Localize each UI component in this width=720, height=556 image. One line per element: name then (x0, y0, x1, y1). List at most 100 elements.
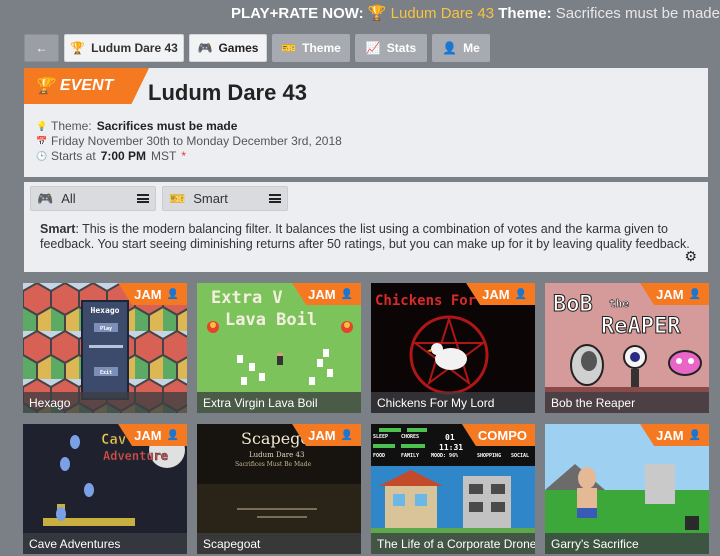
event-ribbon: 🏆 EVENT (24, 68, 149, 104)
game-card[interactable]: Extra V Lava Boil JAM 👤 Extra Virgin Lav… (197, 283, 361, 413)
clock-icon: 🕒 (36, 151, 48, 161)
gear-icon[interactable]: ⚙ (684, 248, 697, 265)
game-title: Scapegoat (197, 533, 361, 554)
game-title: Hexago (23, 392, 187, 413)
badge-label: JAM (134, 427, 162, 443)
stats-tab-label: Stats (386, 41, 417, 55)
game-card[interactable]: SLEEP CHORES 01 11:31 FOOD FAMILY MOOD: … (371, 424, 535, 554)
thumb-scapegoat-line3: Sacrifices Must Be Made (235, 461, 312, 468)
sort-label: Smart (193, 191, 228, 206)
game-card[interactable]: BoB the ReAPER JAM 👤 Bob the Reaper (545, 283, 709, 413)
filter-description: Smart: This is the modern balancing filt… (40, 222, 706, 252)
game-title: Bob the Reaper (545, 392, 709, 413)
calendar-icon: 📅 (36, 136, 48, 146)
badge-label: JAM (308, 286, 336, 302)
trophy-icon: 🏆 (70, 41, 86, 55)
ticket-icon: 🎫 (281, 41, 297, 55)
filter-panel: 🎮 All 🎫 Smart Smart: This is the modern … (24, 182, 708, 272)
event-theme: Sacrifices must be made (96, 119, 238, 133)
theme-tab[interactable]: 🎫 Theme (272, 34, 350, 62)
theme-tab-label: Theme (302, 41, 341, 55)
game-title: Chickens For My Lord (371, 392, 535, 413)
thumb-drone-mood: MOOD: 96% (431, 453, 458, 459)
thumb-drone-day: 01 (445, 433, 455, 442)
start-time: 7:00 PM (100, 149, 147, 163)
thumb-drone-food: FOOD (373, 453, 385, 459)
trophy-icon: 🏆 (367, 5, 387, 22)
gamepad-icon: 🎮 (37, 190, 54, 206)
timezone: MST (151, 149, 177, 163)
banner-event: Ludum Dare 43 (390, 5, 495, 22)
ticket-icon: 🎫 (169, 190, 186, 206)
thumb-cave-line1: Cav (101, 432, 126, 448)
event-meta: 💡 Theme: Sacrifices must be made 📅 Frida… (36, 119, 342, 164)
event-title[interactable]: Ludum Dare 43 (148, 80, 307, 106)
thumb-drone-clock: 11:31 (439, 443, 463, 452)
thumb-drone-chores: CHORES (401, 434, 419, 440)
category-label: All (61, 191, 76, 206)
game-card[interactable]: Scapego Ludum Dare 43 Sacrifices Must Be… (197, 424, 361, 554)
badge-label: JAM (134, 286, 162, 302)
thumb-drone-sleep: SLEEP (373, 434, 388, 440)
menu-icon (137, 194, 149, 203)
game-card[interactable]: Hexago Play Exit JAM 👤 Hexago (23, 283, 187, 413)
badge-label: COMPO (477, 427, 527, 443)
user-icon: 👤 (340, 288, 353, 300)
thumb-bob-line2: the (609, 297, 629, 310)
thumb-lava-line2: Lava Boil (225, 310, 317, 330)
top-nav: ← 🏆 Ludum Dare 43 🎮 Games 🎫 Theme 📈 Stat… (24, 34, 490, 62)
menu-icon (269, 194, 281, 203)
badge-label: JAM (482, 286, 510, 302)
thumb-drone-shopping: SHOPPING (477, 453, 501, 459)
thumb-bob-line1: BoB (553, 292, 593, 317)
game-card[interactable]: JAM 👤 Garry's Sacrifice (545, 424, 709, 554)
sort-select[interactable]: 🎫 Smart (162, 186, 288, 211)
game-card[interactable]: Cav Adventure JAM 👤 Cave Adventures (23, 424, 187, 554)
event-dates: Friday November 30th to Monday December … (51, 134, 342, 148)
theme-prefix: Theme: (51, 119, 92, 133)
games-tab[interactable]: 🎮 Games (189, 34, 267, 62)
starts-prefix: Starts at (51, 149, 96, 163)
event-tab-label: Ludum Dare 43 (91, 41, 178, 55)
banner-theme: Sacrifices must be made (555, 5, 720, 22)
category-select[interactable]: 🎮 All (30, 186, 156, 211)
timezone-asterisk[interactable]: * (181, 149, 186, 164)
game-card[interactable]: Chickens For JAM 👤 Chickens For My Lord (371, 283, 535, 413)
thumb-bob-line3: ReAPER (601, 314, 681, 339)
banner-prefix: PLAY+RATE NOW: (230, 5, 364, 22)
back-button[interactable]: ← (24, 34, 59, 62)
thumb-chickens-line1: Chickens For (375, 293, 476, 309)
thumb-cave-line2: Adventure (103, 449, 168, 463)
thumb-hexago-exit: Exit (100, 370, 112, 376)
filter-desc-text: : This is the modern balancing filter. I… (40, 222, 690, 251)
badge-label: JAM (656, 286, 684, 302)
trophy-icon: 🏆 (34, 78, 54, 95)
game-title: Extra Virgin Lava Boil (197, 392, 361, 413)
event-ribbon-label: EVENT (59, 77, 114, 94)
games-tab-label: Games (218, 41, 259, 55)
chart-icon: 📈 (365, 41, 381, 55)
user-icon: 👤 (340, 429, 353, 441)
user-icon: 👤 (688, 288, 701, 300)
user-icon: 👤 (166, 288, 179, 300)
thumb-drone-social: SOCIAL (511, 453, 529, 459)
game-title: Cave Adventures (23, 533, 187, 554)
back-arrow-icon: ← (35, 41, 48, 55)
thumb-drone-family: FAMILY (401, 453, 419, 459)
event-panel: 🏆 EVENT Ludum Dare 43 💡 Theme: Sacrifice… (24, 68, 708, 177)
me-tab[interactable]: 👤 Me (432, 34, 490, 62)
gamepad-icon: 🎮 (197, 41, 213, 55)
stats-tab[interactable]: 📈 Stats (355, 34, 427, 62)
filter-desc-title: Smart (40, 222, 76, 236)
badge-label: JAM (656, 427, 684, 443)
lightbulb-icon: 💡 (36, 121, 48, 131)
user-icon: 👤 (514, 288, 527, 300)
event-tab[interactable]: 🏆 Ludum Dare 43 (64, 34, 184, 62)
badge-label: JAM (308, 427, 336, 443)
user-icon: 👤 (166, 429, 179, 441)
thumb-lava-line1: Extra V (211, 288, 283, 308)
play-rate-banner[interactable]: PLAY+RATE NOW: 🏆 Ludum Dare 43 Theme: Sa… (231, 4, 720, 22)
thumb-hexago-title: Hexago (91, 306, 120, 315)
game-title: Garry's Sacrifice (545, 533, 709, 554)
me-tab-label: Me (463, 41, 480, 55)
